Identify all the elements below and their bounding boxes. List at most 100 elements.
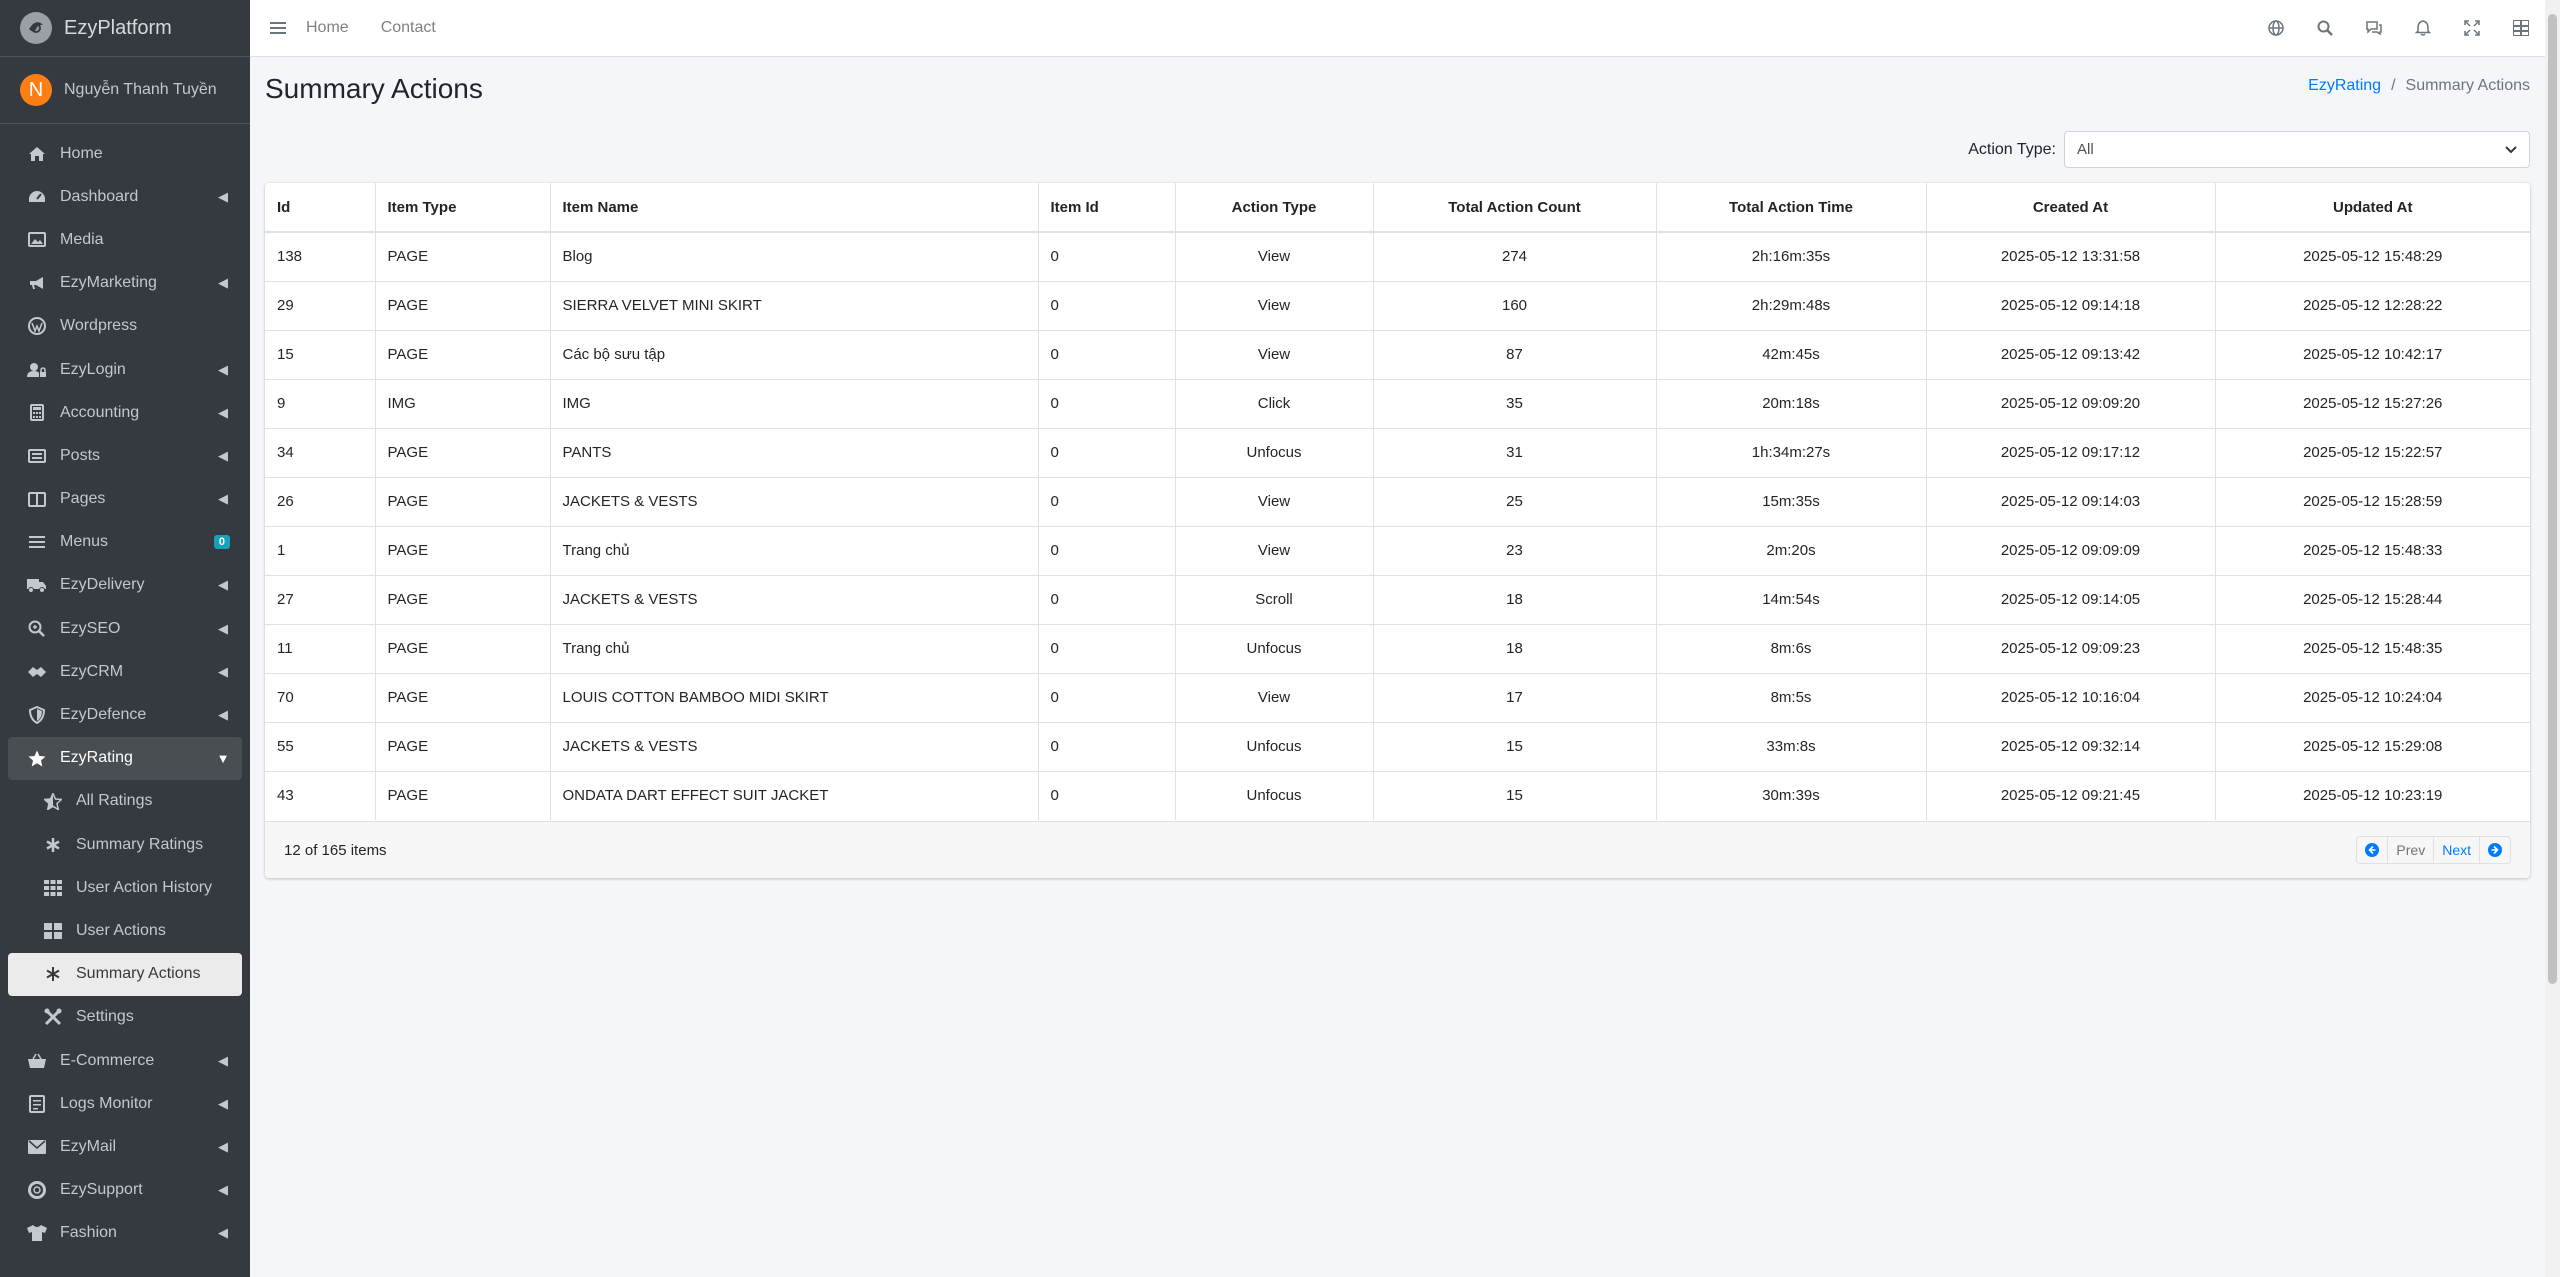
cell-item-type: PAGE xyxy=(375,721,551,771)
page-scrollbar[interactable] xyxy=(2545,0,2560,1277)
shirt-icon xyxy=(26,1223,48,1243)
sidebar-item-ezydelivery[interactable]: EzyDelivery ◀ xyxy=(8,564,242,607)
cell-total-action-count: 87 xyxy=(1373,329,1657,379)
table-row[interactable]: 34 PAGE PANTS 0 Unfocus 31 1h:34m:27s 2025-05-1… xyxy=(265,427,2530,477)
topnav-contact-link[interactable]: Contact xyxy=(381,19,436,37)
cell-total-action-count: 25 xyxy=(1373,476,1657,526)
cell-id: 9 xyxy=(265,378,376,428)
sidebar-item-fashion[interactable]: Fashion ◀ xyxy=(8,1212,242,1255)
column-header-total-action-time[interactable]: Total Action Time xyxy=(1656,183,1927,233)
sidebar-item-logs-monitor[interactable]: Logs Monitor ◀ xyxy=(8,1082,242,1125)
sidebar-item-label: EzySEO xyxy=(60,619,121,637)
cell-item-name: PANTS xyxy=(550,427,1039,477)
sidebar-item-ezydefence[interactable]: EzyDefence ◀ xyxy=(8,693,242,736)
next-arrow-icon[interactable] xyxy=(2480,837,2510,863)
sidebar-item-menus[interactable]: Menus 0 xyxy=(8,521,242,564)
sidebar-item-home[interactable]: Home xyxy=(8,132,242,175)
column-header-item-id[interactable]: Item Id xyxy=(1038,183,1176,233)
cell-id: 27 xyxy=(265,574,376,624)
next-button[interactable]: Next xyxy=(2434,837,2480,863)
sidebar-item-label: Pages xyxy=(60,490,106,508)
column-header-item-name[interactable]: Item Name xyxy=(550,183,1039,233)
table-row[interactable]: 26 PAGE JACKETS & VESTS 0 View 25 15m:35s 2025-… xyxy=(265,476,2530,526)
sidebar-item-posts[interactable]: Posts ◀ xyxy=(8,434,242,477)
sidebar-item-user-actions[interactable]: User Actions xyxy=(8,909,242,952)
cell-item-type: PAGE xyxy=(375,427,551,477)
table-row[interactable]: 43 PAGE ONDATA DART EFFECT SUIT JACKET 0 Unf… xyxy=(265,770,2530,820)
cell-id: 11 xyxy=(265,623,376,673)
column-header-created-at[interactable]: Created At xyxy=(1926,183,2216,233)
sidebar-item-media[interactable]: Media xyxy=(8,218,242,261)
table-header-row: Id Item Type Item Name Item Id Action Ty… xyxy=(265,183,2530,233)
table-row[interactable]: 29 PAGE SIERRA VELVET MINI SKIRT 0 View 160 2h… xyxy=(265,280,2530,330)
action-type-select[interactable]: All xyxy=(2064,131,2530,168)
search-icon[interactable] xyxy=(2300,20,2349,36)
sidebar-item-wordpress[interactable]: Wordpress xyxy=(8,305,242,348)
brand-name: EzyPlatform xyxy=(64,16,172,39)
bell-icon[interactable] xyxy=(2398,20,2447,36)
topnav-home-link[interactable]: Home xyxy=(306,19,349,37)
prev-arrow-icon[interactable] xyxy=(2357,837,2389,863)
brand[interactable]: EzyPlatform xyxy=(0,0,250,57)
comments-icon[interactable] xyxy=(2349,20,2398,36)
user-panel[interactable]: N Nguyễn Thanh Tuyền xyxy=(0,57,250,124)
dashboard-icon xyxy=(26,187,48,207)
sidebar-item-summary-actions[interactable]: Summary Actions xyxy=(8,952,242,996)
sidebar-item-all-ratings[interactable]: All Ratings xyxy=(8,780,242,823)
apps-icon[interactable] xyxy=(2496,20,2545,36)
column-header-total-action-count[interactable]: Total Action Count xyxy=(1373,183,1657,233)
sidebar-item-label: User Actions xyxy=(76,921,166,939)
prev-button[interactable]: Prev xyxy=(2388,837,2435,863)
menu-toggle-icon[interactable] xyxy=(250,21,306,35)
sidebar-item-summary-ratings[interactable]: Summary Ratings xyxy=(8,823,242,866)
chevron-left-icon: ◀ xyxy=(218,1182,228,1198)
table-row[interactable]: 27 PAGE JACKETS & VESTS 0 Scroll 18 14m:54s 202… xyxy=(265,574,2530,624)
cell-total-action-count: 31 xyxy=(1373,427,1657,477)
table-row[interactable]: 15 PAGE Các bộ sưu tập 0 View 87 42m:45s 2025-0… xyxy=(265,329,2530,379)
sidebar-item-ezylogin[interactable]: EzyLogin ◀ xyxy=(8,348,242,391)
table-row[interactable]: 138 PAGE Blog 0 View 274 2h:16m:35s 2025-05-12 … xyxy=(265,231,2530,281)
column-header-action-type[interactable]: Action Type xyxy=(1175,183,1374,233)
cell-updated-at: 2025-05-12 15:28:59 xyxy=(2215,476,2530,526)
sidebar-item-settings[interactable]: Settings xyxy=(8,996,242,1039)
cell-created-at: 2025-05-12 10:16:04 xyxy=(1926,672,2216,722)
sidebar-item-user-action-history[interactable]: User Action History xyxy=(8,866,242,909)
menus-count-badge: 0 xyxy=(213,535,230,550)
sidebar-item-label: All Ratings xyxy=(76,792,153,810)
sidebar-item-pages[interactable]: Pages ◀ xyxy=(8,478,242,521)
sidebar-item-dashboard[interactable]: Dashboard ◀ xyxy=(8,175,242,218)
table-row[interactable]: 1 PAGE Trang chủ 0 View 23 2m:20s 2025-05-12 09… xyxy=(265,525,2530,575)
column-header-id[interactable]: Id xyxy=(265,183,376,233)
cell-item-name: Trang chủ xyxy=(550,525,1039,575)
page-scrollbar-thumb[interactable] xyxy=(2548,14,2557,984)
cell-id: 15 xyxy=(265,329,376,379)
cell-total-action-count: 18 xyxy=(1373,574,1657,624)
sidebar-item-ezyseo[interactable]: EzySEO ◀ xyxy=(8,607,242,650)
table-row[interactable]: 9 IMG IMG 0 Click 35 20m:18s 2025-05-12 09:09:2… xyxy=(265,378,2530,428)
cell-total-action-count: 15 xyxy=(1373,721,1657,771)
sidebar-item-ezysupport[interactable]: EzySupport ◀ xyxy=(8,1169,242,1212)
cell-action-type: View xyxy=(1175,672,1374,722)
sidebar-item-label: User Action History xyxy=(76,878,213,896)
cell-item-name: JACKETS & VESTS xyxy=(550,476,1039,526)
column-header-item-type[interactable]: Item Type xyxy=(375,183,551,233)
sidebar-item-ezycrm[interactable]: EzyCRM ◀ xyxy=(8,650,242,693)
table-row[interactable]: 55 PAGE JACKETS & VESTS 0 Unfocus 15 33m:8s 202… xyxy=(265,721,2530,771)
table-row[interactable]: 11 PAGE Trang chủ 0 Unfocus 18 8m:6s 2025-05-12… xyxy=(265,623,2530,673)
sidebar-item-accounting[interactable]: Accounting ◀ xyxy=(8,391,242,434)
cell-item-type: PAGE xyxy=(375,280,551,330)
sidebar-item-ezymail[interactable]: EzyMail ◀ xyxy=(8,1125,242,1168)
cell-item-id: 0 xyxy=(1038,231,1176,281)
sidebar-item-e-commerce[interactable]: E-Commerce ◀ xyxy=(8,1039,242,1082)
column-header-updated-at[interactable]: Updated At xyxy=(2215,183,2530,233)
globe-icon[interactable] xyxy=(2251,20,2300,36)
expand-icon[interactable] xyxy=(2447,20,2496,36)
table-row[interactable]: 70 PAGE LOUIS COTTON BAMBOO MIDI SKIRT 0 Vie… xyxy=(265,672,2530,722)
user-name[interactable]: Nguyễn Thanh Tuyền xyxy=(64,81,217,99)
breadcrumb-link-ezyrating[interactable]: EzyRating xyxy=(2308,77,2381,95)
sidebar-item-ezymarketing[interactable]: EzyMarketing ◀ xyxy=(8,262,242,305)
cell-updated-at: 2025-05-12 10:23:19 xyxy=(2215,770,2530,820)
sidebar-item-ezyrating[interactable]: EzyRating ▼ xyxy=(8,736,242,780)
cell-id: 29 xyxy=(265,280,376,330)
sidebar-item-label: EzyRating xyxy=(60,749,133,767)
